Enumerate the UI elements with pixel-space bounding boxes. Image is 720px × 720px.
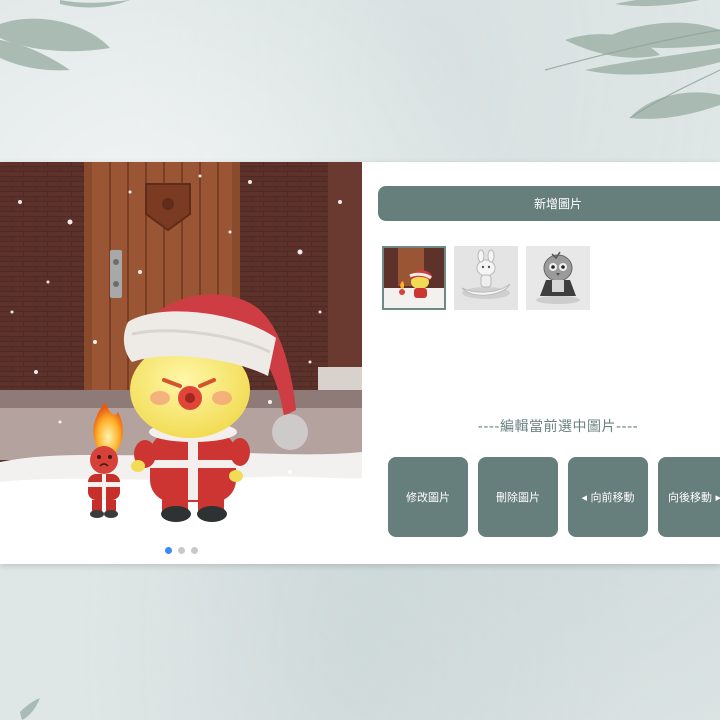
pagination-dot-2[interactable] xyxy=(177,547,185,554)
carousel-editor-panel: 新增圖片 ----編輯當前選中圖片---- 修改圖片 刪除圖片 ◂ 向前移動 向… xyxy=(0,162,720,564)
image-carousel[interactable] xyxy=(0,162,362,564)
thumbnail-3[interactable] xyxy=(526,246,590,310)
carousel-pagination xyxy=(0,547,362,554)
white-bunny-figure-thumbnail xyxy=(454,246,518,310)
modify-image-button[interactable]: 修改圖片 xyxy=(388,457,468,537)
delete-image-button[interactable]: 刪除圖片 xyxy=(478,457,558,537)
thumbnail-1[interactable] xyxy=(382,246,446,310)
add-image-button[interactable]: 新增圖片 xyxy=(378,186,720,221)
edit-section-title: ----編輯當前選中圖片---- xyxy=(477,419,639,435)
christmas-toy-photo xyxy=(0,162,362,564)
bird-figure-thumbnail xyxy=(526,246,590,310)
christmas-toy-photo-thumbnail xyxy=(384,248,444,308)
pagination-dot-3[interactable] xyxy=(190,547,198,554)
thumbnail-2[interactable] xyxy=(454,246,518,310)
move-backward-button[interactable]: 向後移動 ▸ xyxy=(658,457,720,537)
image-editor: 新增圖片 ----編輯當前選中圖片---- 修改圖片 刪除圖片 ◂ 向前移動 向… xyxy=(362,162,720,564)
pagination-dot-1[interactable] xyxy=(164,547,172,554)
move-forward-button[interactable]: ◂ 向前移動 xyxy=(568,457,648,537)
